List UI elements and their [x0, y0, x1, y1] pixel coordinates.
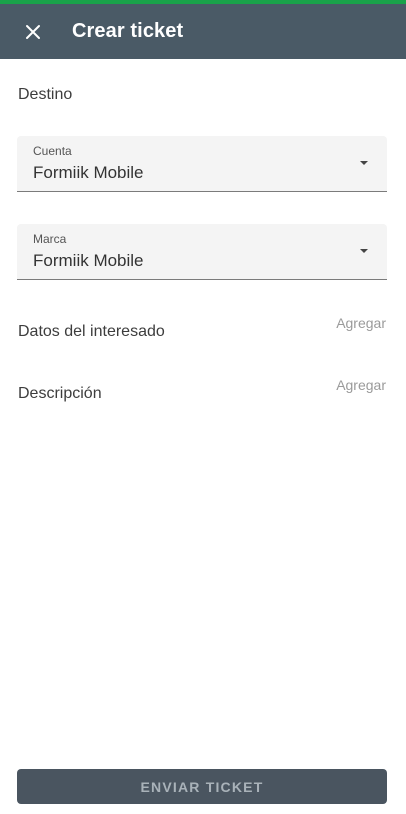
cuenta-select-value: Formiik Mobile	[33, 163, 144, 182]
cuenta-select-label: Cuenta	[33, 144, 72, 158]
page-title: Crear ticket	[72, 20, 184, 42]
dropdown-arrow-icon	[360, 161, 368, 165]
add-descripcion-button[interactable]: Agregar	[336, 377, 386, 393]
destino-label: Destino	[18, 86, 73, 103]
cuenta-select[interactable]: Cuenta Formiik Mobile	[17, 136, 387, 192]
status-accent-strip	[0, 0, 406, 4]
interesado-label: Datos del interesado	[18, 323, 165, 340]
marca-select-label: Marca	[33, 232, 67, 246]
create-ticket-screen: Crear ticket Destino Cuenta Formiik Mobi…	[0, 0, 406, 814]
descripcion-label: Descripción	[18, 385, 102, 402]
add-interesado-button[interactable]: Agregar	[336, 315, 386, 331]
marca-select[interactable]: Marca Formiik Mobile	[17, 224, 387, 280]
marca-select-value: Formiik Mobile	[33, 251, 144, 270]
close-icon	[26, 25, 40, 39]
app-bar: Crear ticket	[0, 0, 406, 59]
close-button[interactable]	[18, 17, 48, 47]
submit-ticket-button[interactable]: ENVIAR TICKET	[17, 769, 387, 804]
dropdown-arrow-icon	[360, 249, 368, 253]
